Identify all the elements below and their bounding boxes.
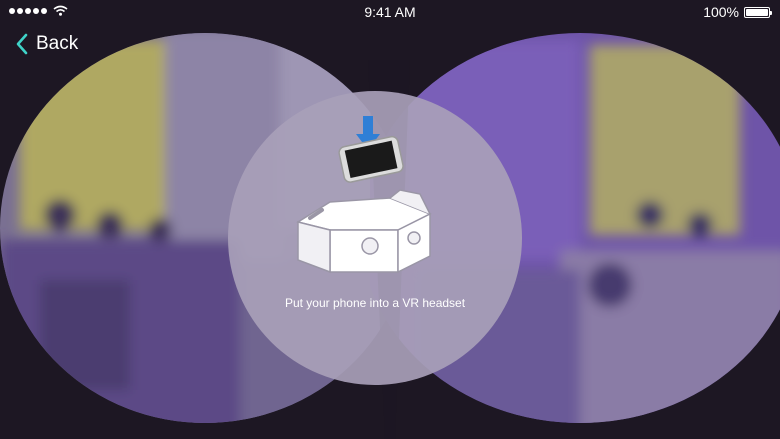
status-time: 9:41 AM (364, 4, 416, 20)
status-right: 100% (703, 4, 772, 20)
vr-setup-screen: 9:41 AM 100% Back Put your phone into a … (0, 0, 780, 439)
back-button[interactable]: Back (16, 33, 78, 55)
battery-level-fill (746, 8, 768, 16)
status-bar: 9:41 AM 100% (0, 0, 780, 26)
instruction-text: Put your phone into a VR headset (284, 296, 466, 310)
battery-icon (744, 6, 772, 18)
battery-percent: 100% (703, 4, 739, 20)
back-label: Back (36, 33, 79, 54)
chevron-left-icon (16, 33, 28, 55)
phone-into-headset-icon (296, 116, 432, 274)
